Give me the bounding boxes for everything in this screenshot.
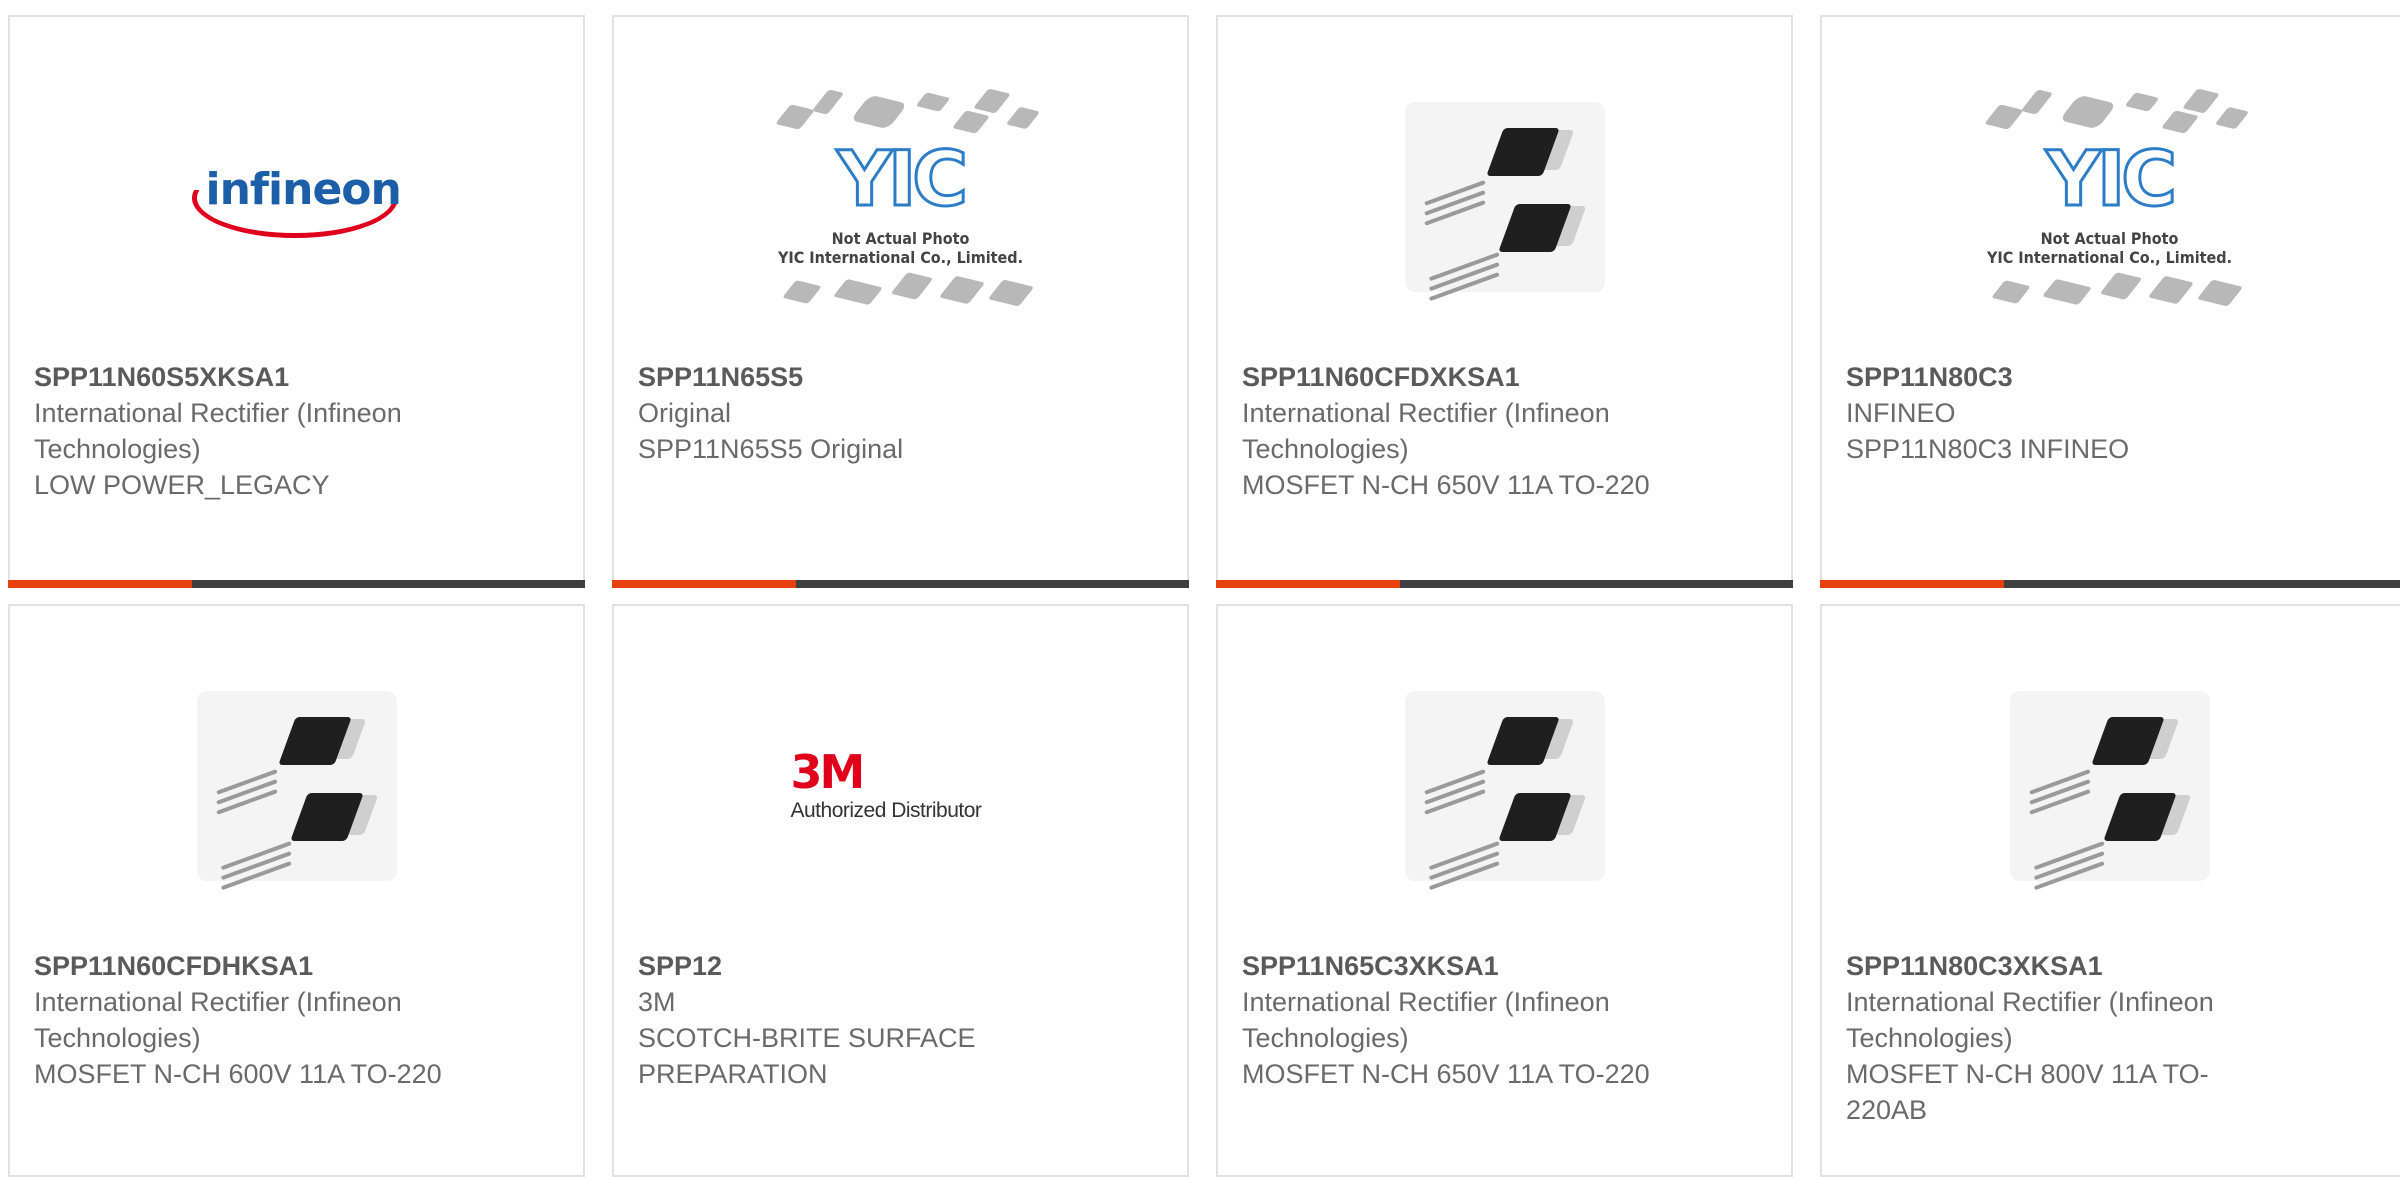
manufacturer: International Rectifier (Infineon Techno… [34, 987, 402, 1053]
product-info: SPP11N65S5 Original SPP11N65S5 Original [638, 359, 1058, 467]
card-bottom-bar [612, 580, 1189, 588]
product-card[interactable]: SPP11N80C3XKSA1 International Rectifier … [1820, 604, 2400, 1177]
manufacturer: INFINEO [1846, 398, 1956, 428]
manufacturer: International Rectifier (Infineon Techno… [34, 398, 402, 464]
part-number[interactable]: SPP11N65S5 [638, 359, 1058, 395]
product-info: SPP11N80C3 INFINEO SPP11N80C3 INFINEO [1846, 359, 2266, 467]
card-bottom-bar [1216, 580, 1793, 588]
product-info: SPP12 3M SCOTCH-BRITE SURFACE PREPARATIO… [638, 948, 1058, 1092]
product-card[interactable]: SPP11N65C3XKSA1 International Rectifier … [1216, 604, 1793, 1177]
product-info: SPP11N60CFDHKSA1 International Rectifier… [34, 948, 454, 1092]
description: MOSFET N-CH 650V 11A TO-220 [1242, 470, 1650, 500]
infineon-logo: infineon [191, 152, 402, 242]
yic-placeholder-image: YIC Not Actual Photo YIC International C… [761, 77, 1041, 317]
description: LOW POWER_LEGACY [34, 470, 330, 500]
3m-logo: 3M Authorized Distributor [790, 745, 982, 822]
manufacturer: International Rectifier (Infineon Techno… [1242, 987, 1610, 1053]
part-number[interactable]: SPP11N80C3 [1846, 359, 2266, 395]
description: SPP11N80C3 INFINEO [1846, 434, 2130, 464]
product-info: SPP11N60S5XKSA1 International Rectifier … [34, 359, 454, 503]
product-image[interactable]: YIC Not Actual Photo YIC International C… [614, 77, 1187, 317]
product-image[interactable]: 3M Authorized Distributor [614, 666, 1187, 906]
to220-transistor-image [1404, 691, 1605, 891]
product-image[interactable] [1218, 666, 1791, 906]
card-accent-bar [1820, 580, 2004, 588]
part-number[interactable]: SPP11N60CFDHKSA1 [34, 948, 454, 984]
product-image[interactable] [1822, 666, 2397, 906]
part-number[interactable]: SPP11N65C3XKSA1 [1242, 948, 1662, 984]
manufacturer: 3M [638, 987, 676, 1017]
card-bottom-bar [1820, 580, 2400, 588]
card-accent-bar [1216, 580, 1400, 588]
product-image[interactable]: infineon [10, 77, 583, 317]
product-image[interactable] [10, 666, 583, 906]
product-card[interactable]: YIC Not Actual Photo YIC International C… [612, 15, 1189, 588]
yic-placeholder-image: YIC Not Actual Photo YIC International C… [1970, 77, 2250, 317]
part-number[interactable]: SPP11N60CFDXKSA1 [1242, 359, 1662, 395]
description: MOSFET N-CH 600V 11A TO-220 [34, 1059, 442, 1089]
description: MOSFET N-CH 800V 11A TO-220AB [1846, 1059, 2209, 1125]
part-number[interactable]: SPP11N80C3XKSA1 [1846, 948, 2266, 984]
part-number[interactable]: SPP11N60S5XKSA1 [34, 359, 454, 395]
card-accent-bar [8, 580, 192, 588]
product-grid: infineon SPP11N60S5XKSA1 International R… [0, 0, 2400, 1177]
product-card[interactable]: YIC Not Actual Photo YIC International C… [1820, 15, 2400, 588]
description: SPP11N65S5 Original [638, 434, 904, 464]
product-card[interactable]: 3M Authorized Distributor SPP12 3M SCOTC… [612, 604, 1189, 1177]
product-image[interactable]: YIC Not Actual Photo YIC International C… [1822, 77, 2397, 317]
to220-transistor-image [196, 691, 397, 891]
product-card[interactable]: infineon SPP11N60S5XKSA1 International R… [8, 15, 585, 588]
card-accent-bar [612, 580, 796, 588]
description: SCOTCH-BRITE SURFACE PREPARATION [638, 1023, 976, 1089]
card-bottom-bar [8, 580, 585, 588]
description: MOSFET N-CH 650V 11A TO-220 [1242, 1059, 1650, 1089]
product-info: SPP11N80C3XKSA1 International Rectifier … [1846, 948, 2266, 1128]
to220-transistor-image [2009, 691, 2210, 891]
manufacturer: International Rectifier (Infineon Techno… [1846, 987, 2214, 1053]
product-image[interactable] [1218, 77, 1791, 317]
product-card[interactable]: SPP11N60CFDHKSA1 International Rectifier… [8, 604, 585, 1177]
product-info: SPP11N65C3XKSA1 International Rectifier … [1242, 948, 1662, 1092]
to220-transistor-image [1404, 102, 1605, 302]
part-number[interactable]: SPP12 [638, 948, 1058, 984]
manufacturer: International Rectifier (Infineon Techno… [1242, 398, 1610, 464]
product-card[interactable]: SPP11N60CFDXKSA1 International Rectifier… [1216, 15, 1793, 588]
product-info: SPP11N60CFDXKSA1 International Rectifier… [1242, 359, 1662, 503]
manufacturer: Original [638, 398, 732, 428]
